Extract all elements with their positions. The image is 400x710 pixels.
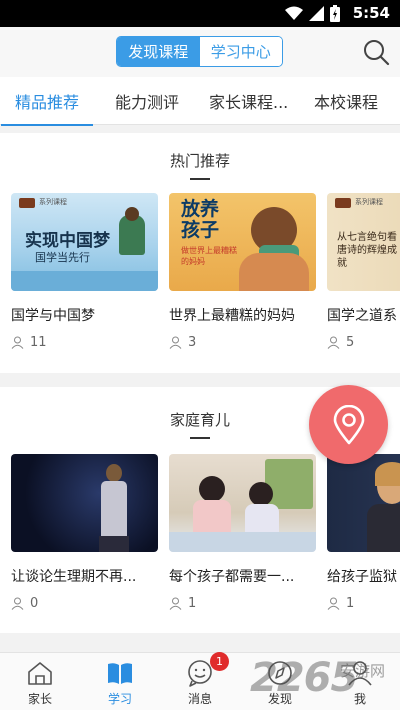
message-badge: 1 <box>210 652 229 671</box>
section-divider <box>190 437 210 439</box>
course-title: 给孩子监狱 <box>327 569 397 585</box>
course-card[interactable]: 给孩子监狱 1 <box>327 454 400 611</box>
battery-icon <box>330 5 340 22</box>
learner-count-value: 0 <box>30 596 39 611</box>
user-icon <box>169 597 182 610</box>
child-figure <box>199 476 225 502</box>
user-icon <box>169 336 182 349</box>
nav-label: 学习 <box>107 692 132 706</box>
category-tabs: 精品推荐 能力测评 家长课程... 本校课程 <box>0 77 400 126</box>
user-icon <box>11 597 24 610</box>
segment-control: 发现课程 学习中心 <box>116 36 283 67</box>
course-card[interactable]: 让谈论生理期不再... 0 <box>11 454 158 611</box>
learner-count-value: 1 <box>188 596 197 611</box>
course-title: 世界上最糟糕的妈妈 <box>169 308 295 324</box>
course-thumbnail <box>169 454 316 552</box>
tab-featured[interactable]: 精品推荐 <box>0 77 94 126</box>
learner-count-value: 5 <box>346 335 355 350</box>
home-icon <box>28 662 52 685</box>
location-fab[interactable] <box>309 385 388 464</box>
thumb-tag: 系列课程 <box>39 198 67 206</box>
section-hot: 热门推荐 系列课程 实现中国梦 国学当先行 国学与中国梦 11 放养孩子 做世界… <box>0 133 400 373</box>
section-divider <box>190 178 210 180</box>
status-icons <box>285 5 340 22</box>
thumb-title: 放养孩子 <box>181 198 220 241</box>
status-time: 5:54 <box>352 4 390 22</box>
thumb-title: 实现中国梦 <box>25 231 110 251</box>
signal-icon <box>309 6 324 21</box>
user-icon <box>11 336 24 349</box>
course-card[interactable]: 每个孩子都需要一... 1 <box>169 454 316 611</box>
course-title: 每个孩子都需要一... <box>169 569 295 585</box>
learner-count: 11 <box>11 335 47 350</box>
tab-school-courses[interactable]: 本校课程 <box>314 77 378 125</box>
nav-study[interactable]: 学习 <box>80 653 160 710</box>
learner-count: 1 <box>169 596 196 611</box>
scholar-figure <box>119 215 145 255</box>
nav-label: 家长 <box>27 692 52 706</box>
course-card[interactable]: 系列课程 实现中国梦 国学当先行 国学与中国梦 11 <box>11 193 158 350</box>
search-button[interactable] <box>362 38 390 66</box>
learner-count-value: 11 <box>30 335 47 350</box>
thumb-subtitle: 做世界上最糟糕的妈妈 <box>181 246 237 266</box>
learner-count: 3 <box>169 335 196 350</box>
user-icon <box>327 597 340 610</box>
book-icon <box>108 663 132 684</box>
course-title: 国学之道系 <box>327 308 397 324</box>
learner-count: 0 <box>11 596 38 611</box>
course-thumbnail: 系列课程 从七言绝句看唐诗的辉煌成就 <box>327 193 400 291</box>
course-title: 国学与中国梦 <box>11 308 95 324</box>
section-title: 热门推荐 <box>169 152 230 170</box>
learner-count: 5 <box>327 335 354 350</box>
watermark-text: 安游网 <box>340 662 386 680</box>
learner-count-value: 1 <box>346 596 355 611</box>
course-thumbnail <box>11 454 158 552</box>
tab-parent-courses[interactable]: 家长课程... <box>209 77 288 125</box>
thumb-subtitle: 国学当先行 <box>35 251 90 264</box>
status-bar: 5:54 <box>0 0 400 27</box>
course-card[interactable]: 系列课程 从七言绝句看唐诗的辉煌成就 国学之道系 5 <box>327 193 400 350</box>
nav-label: 消息 <box>187 692 212 706</box>
tab-ability-test[interactable]: 能力测评 <box>115 77 179 125</box>
course-title: 让谈论生理期不再... <box>11 569 137 585</box>
course-thumbnail: 放养孩子 做世界上最糟糕的妈妈 <box>169 193 316 291</box>
speaker-figure <box>106 464 122 482</box>
location-pin-icon <box>333 404 364 444</box>
top-header: 发现课程 学习中心 <box>0 27 400 77</box>
segment-discover-courses[interactable]: 发现课程 <box>117 37 200 66</box>
user-icon <box>327 336 340 349</box>
segment-learning-center[interactable]: 学习中心 <box>199 37 282 66</box>
learner-count: 1 <box>327 596 354 611</box>
course-thumbnail: 系列课程 实现中国梦 国学当先行 <box>11 193 158 291</box>
thumb-tag: 系列课程 <box>355 198 383 206</box>
nav-parent[interactable]: 家长 <box>0 653 80 710</box>
wifi-icon <box>285 6 303 20</box>
learner-count-value: 3 <box>188 335 197 350</box>
course-card[interactable]: 放养孩子 做世界上最糟糕的妈妈 世界上最糟糕的妈妈 3 <box>169 193 316 350</box>
thumb-title: 从七言绝句看唐诗的辉煌成就 <box>337 232 397 269</box>
course-thumbnail <box>327 454 400 552</box>
search-icon <box>364 40 390 66</box>
